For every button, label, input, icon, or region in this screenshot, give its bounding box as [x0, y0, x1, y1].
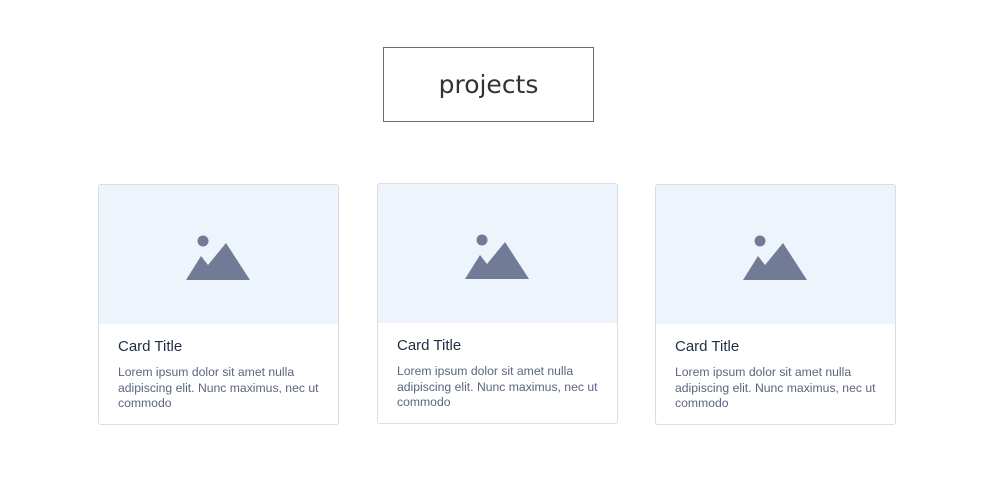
project-card-1[interactable]: Card Title Lorem ipsum dolor sit amet nu… — [98, 184, 339, 425]
card-title: Card Title — [675, 338, 740, 355]
image-placeholder-icon — [464, 234, 529, 279]
card-description: Lorem ipsum dolor sit amet nulla adipisc… — [118, 365, 319, 410]
card-title: Card Title — [397, 337, 462, 354]
card-description: Lorem ipsum dolor sit amet nulla adipisc… — [397, 364, 598, 409]
project-card-3[interactable]: Card Title Lorem ipsum dolor sit amet nu… — [655, 184, 896, 425]
card-image — [656, 185, 895, 324]
card-title: Card Title — [118, 338, 183, 355]
card-image — [99, 185, 338, 324]
project-card-2[interactable]: Card Title Lorem ipsum dolor sit amet nu… — [377, 183, 618, 424]
card-image — [378, 184, 617, 323]
page-title: projects — [383, 47, 594, 122]
image-placeholder-icon — [185, 235, 250, 280]
card-description: Lorem ipsum dolor sit amet nulla adipisc… — [675, 365, 876, 410]
image-placeholder-icon — [742, 235, 807, 280]
